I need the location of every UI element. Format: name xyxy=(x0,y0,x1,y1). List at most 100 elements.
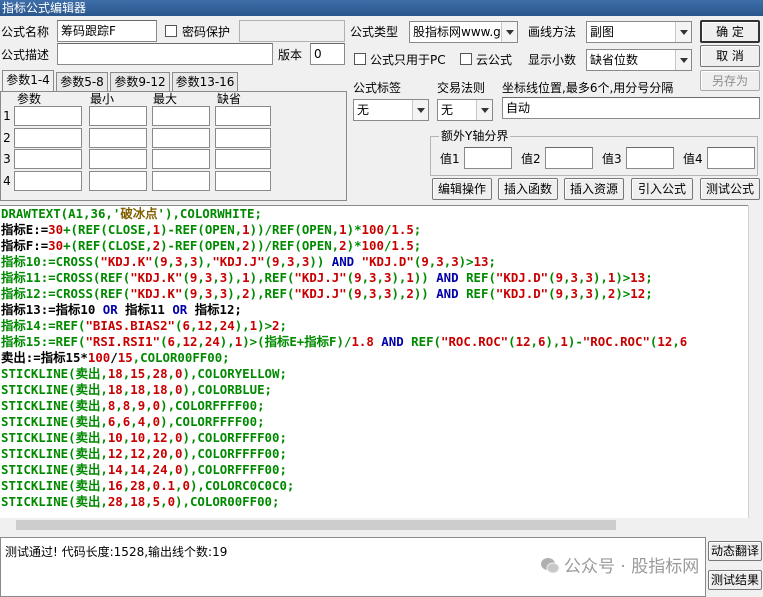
code-line[interactable]: STICKLINE(卖出,14,14,24,0),COLORFFFF00; xyxy=(0,462,687,478)
code-token: STICKLINE(卖出, xyxy=(1,366,108,381)
code-token: , xyxy=(160,494,168,509)
tab-params-1-4[interactable]: 参数1-4 xyxy=(2,70,54,92)
code-line[interactable]: 指标10:=CROSS("KDJ.K"(9,3,3),"KDJ.J"(9,3,3… xyxy=(0,254,687,270)
code-token: 12 xyxy=(130,446,146,461)
horizontal-scrollbar[interactable] xyxy=(0,518,748,532)
code-token: 指标14:=REF( xyxy=(1,318,86,333)
value-3-input[interactable] xyxy=(626,147,674,169)
import-formula-button[interactable]: 引入公式 xyxy=(631,178,693,200)
param-1-default[interactable] xyxy=(215,106,271,126)
code-token: 2 xyxy=(242,286,250,301)
code-token: 9 xyxy=(555,270,564,285)
edit-operation-button[interactable]: 编辑操作 xyxy=(432,178,492,200)
code-line[interactable]: DRAWTEXT(A1,36,'破冰点'),COLORWHITE; xyxy=(0,206,687,222)
code-token: ),COLORFFFF00; xyxy=(182,446,287,461)
code-line[interactable]: STICKLINE(卖出,12,12,20,0),COLORFFFF00; xyxy=(0,446,687,462)
code-token: +(REF(CLOSE, xyxy=(63,238,153,253)
trade-rule-select[interactable]: 无 xyxy=(437,99,493,121)
cancel-button[interactable]: 取 消 xyxy=(700,45,760,67)
code-token: ; xyxy=(645,286,653,301)
code-token: 10 xyxy=(130,430,146,445)
code-line[interactable]: STICKLINE(卖出,8,8,9,0),COLORFFFF00; xyxy=(0,398,687,414)
formula-name-input[interactable]: 筹码跟踪F xyxy=(57,20,157,42)
horizontal-scroll-thumb[interactable] xyxy=(16,520,616,530)
test-result-button[interactable]: 测试结果 xyxy=(708,570,762,590)
code-line[interactable]: STICKLINE(卖出,28,18,5,0),COLOR00FF00; xyxy=(0,494,687,510)
value-2-input[interactable] xyxy=(545,147,593,169)
code-token: 12 xyxy=(197,318,213,333)
formula-tag-select[interactable]: 无 xyxy=(353,99,429,121)
code-line[interactable]: 指标14:=REF("BIAS.BIAS2"(6,12,24),1)>2; xyxy=(0,318,687,334)
param-4-min[interactable] xyxy=(89,171,147,191)
code-line[interactable]: 卖出:=指标15*100/15,COLOR00FF00; xyxy=(0,350,687,366)
code-token: ),REF( xyxy=(249,286,295,301)
code-token: ), xyxy=(592,270,608,285)
param-row-number: 1 xyxy=(3,109,11,123)
version-input[interactable]: 0 xyxy=(310,43,345,65)
password-input[interactable] xyxy=(239,20,345,42)
coord-line-input[interactable]: 自动 xyxy=(502,97,760,119)
param-2-name[interactable] xyxy=(14,128,82,148)
param-3-default[interactable] xyxy=(215,149,271,169)
code-token: 28 xyxy=(130,478,146,493)
code-line[interactable]: STICKLINE(卖出,6,6,4,0),COLORFFFF00; xyxy=(0,414,687,430)
param-3-max[interactable] xyxy=(152,149,210,169)
code-line[interactable]: STICKLINE(卖出,18,15,28,0),COLORYELLOW; xyxy=(0,366,687,382)
vertical-scrollbar[interactable] xyxy=(748,205,763,518)
tab-params-9-12[interactable]: 参数9-12 xyxy=(110,72,170,91)
code-token: 16 xyxy=(107,478,123,493)
tab-params-13-16[interactable]: 参数13-16 xyxy=(172,72,238,91)
insert-resource-button[interactable]: 插入资源 xyxy=(564,178,624,200)
code-token: ),COLORFFFF00; xyxy=(182,430,287,445)
code-line[interactable]: STICKLINE(卖出,16,28,0.1,0),COLORC0C0C0; xyxy=(0,478,687,494)
param-1-max[interactable] xyxy=(152,106,210,126)
ok-button[interactable]: 确 定 xyxy=(700,20,760,43)
param-1-min[interactable] xyxy=(89,106,147,126)
param-4-name[interactable] xyxy=(14,171,82,191)
code-token: 12 xyxy=(630,286,646,301)
param-1-name[interactable] xyxy=(14,106,82,126)
decimals-select[interactable]: 缺省位数 xyxy=(586,49,692,71)
code-editor[interactable]: DRAWTEXT(A1,36,'破冰点'),COLORWHITE; 指标E:=30… xyxy=(0,205,748,518)
param-4-default[interactable] xyxy=(215,171,271,191)
param-2-default[interactable] xyxy=(215,128,271,148)
test-formula-button[interactable]: 测试公式 xyxy=(700,178,760,200)
code-line[interactable]: STICKLINE(卖出,18,18,18,0),COLORBLUE; xyxy=(0,382,687,398)
value-1-input[interactable] xyxy=(464,147,512,169)
code-line[interactable]: 指标13:=指标10 OR 指标11 OR 指标12; xyxy=(0,302,687,318)
code-token: ),COLOR00FF00; xyxy=(175,494,280,509)
save-as-button[interactable]: 另存为 xyxy=(700,70,760,91)
param-3-min[interactable] xyxy=(89,149,147,169)
code-token: 14 xyxy=(130,462,146,477)
formula-type-select[interactable]: 股指标网www.g xyxy=(409,21,518,43)
formula-type-label: 公式类型 xyxy=(350,25,399,39)
param-2-min[interactable] xyxy=(89,128,147,148)
formula-desc-input[interactable] xyxy=(57,43,273,65)
code-token: 1 xyxy=(242,222,250,237)
pc-only-checkbox[interactable] xyxy=(354,53,366,65)
cloud-formula-checkbox[interactable] xyxy=(460,53,472,65)
tab-params-5-8[interactable]: 参数5-8 xyxy=(56,72,108,91)
dynamic-translate-button[interactable]: 动态翻译 xyxy=(708,541,762,561)
code-token: )>(指标E+指标F)/ xyxy=(242,334,352,349)
param-3-name[interactable] xyxy=(14,149,82,169)
code-token: , xyxy=(167,254,176,269)
code-token: , xyxy=(115,398,123,413)
param-2-max[interactable] xyxy=(152,128,210,148)
draw-method-select[interactable]: 副图 xyxy=(586,21,692,43)
chevron-down-icon xyxy=(501,22,517,42)
code-token: )) xyxy=(309,254,332,269)
code-line[interactable]: 指标F:=30+(REF(CLOSE,2)-REF(OPEN,2))/REF(O… xyxy=(0,238,687,254)
code-line[interactable]: 指标E:=30+(REF(CLOSE,1)-REF(OPEN,1))/REF(O… xyxy=(0,222,687,238)
code-line[interactable]: 指标11:=CROSS(REF("KDJ.K"(9,3,3),1),REF("K… xyxy=(0,270,687,286)
insert-function-button[interactable]: 插入函数 xyxy=(498,178,558,200)
param-4-max[interactable] xyxy=(152,171,210,191)
value-4-input[interactable] xyxy=(707,147,755,169)
code-line[interactable]: STICKLINE(卖出,10,10,12,0),COLORFFFF00; xyxy=(0,430,687,446)
code-line[interactable]: 指标15:=REF("RSI.RSI1"(6,12,24),1)>(指标E+指标… xyxy=(0,334,687,350)
password-checkbox[interactable] xyxy=(165,25,177,37)
code-token: ), xyxy=(219,334,235,349)
code-token: , xyxy=(182,254,190,269)
status-text: 测试通过! 代码长度:1528,输出线个数:19 xyxy=(5,545,228,559)
code-line[interactable]: 指标12:=CROSS(REF("KDJ.K"(9,3,3),2),REF("K… xyxy=(0,286,687,302)
